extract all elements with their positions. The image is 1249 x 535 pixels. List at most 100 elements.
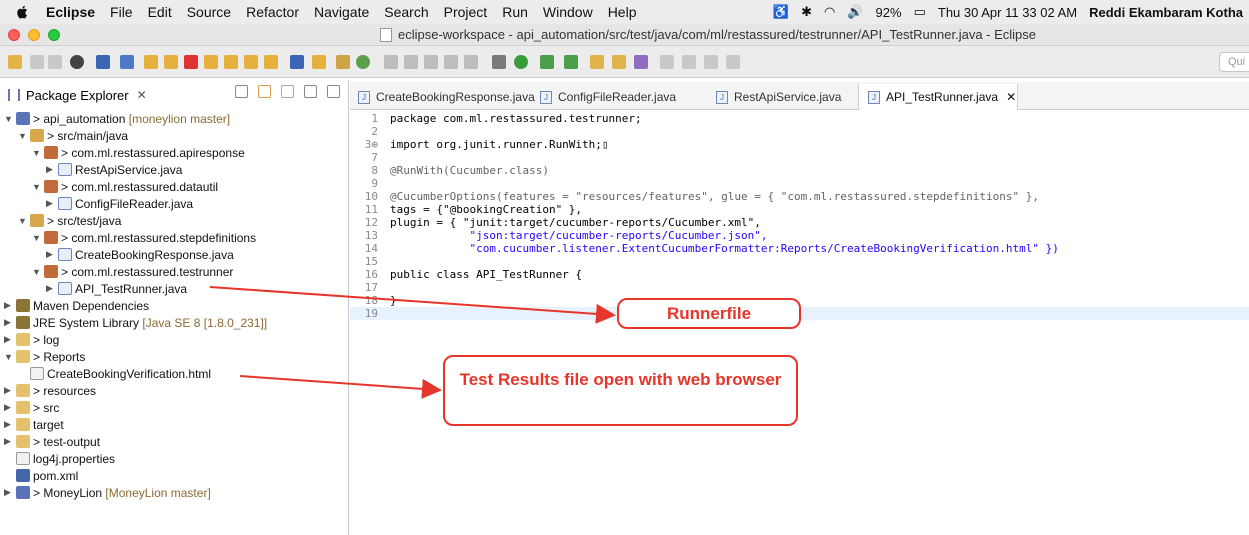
skip-breakpoints-icon[interactable]: [120, 55, 134, 69]
expand-icon[interactable]: ▼: [32, 233, 42, 243]
close-tab-icon[interactable]: ✕: [1006, 90, 1016, 104]
expand-icon[interactable]: ▶: [4, 385, 14, 396]
tree-item-src-test-java[interactable]: ▼ > src/test/java: [18, 212, 121, 229]
collapse-all-icon[interactable]: [235, 85, 248, 98]
user-name[interactable]: Reddi Ekambaram Kotha: [1089, 5, 1243, 20]
close-icon[interactable]: ✕: [137, 88, 147, 102]
terminate-icon[interactable]: [184, 55, 198, 69]
tab-createbookingresponse[interactable]: J CreateBookingResponse.java: [358, 88, 535, 106]
step-into-icon[interactable]: [224, 55, 238, 69]
clock[interactable]: Thu 30 Apr 11 33 02 AM: [938, 5, 1077, 20]
expand-icon[interactable]: ▶: [4, 317, 14, 328]
resume-icon[interactable]: [144, 55, 158, 69]
new-package-icon[interactable]: [590, 55, 604, 69]
drop-to-frame-icon[interactable]: [312, 55, 326, 69]
expand-icon[interactable]: ▼: [32, 148, 42, 158]
tree-item-createbookingverification-html[interactable]: CreateBookingVerification.html: [18, 365, 211, 382]
expand-icon[interactable]: ▼: [4, 114, 14, 124]
expand-icon[interactable]: ▼: [32, 267, 42, 277]
expand-icon[interactable]: ▶: [4, 334, 14, 345]
tree-item-restapiservice[interactable]: ▶ RestApiService.java: [46, 161, 182, 178]
expand-icon[interactable]: ▶: [46, 283, 56, 294]
tree-item-log4j-properties[interactable]: log4j.properties: [4, 450, 115, 467]
menu-run[interactable]: Run: [502, 4, 528, 20]
tree-item-package-datautil[interactable]: ▼ > com.ml.restassured.datautil: [32, 178, 218, 195]
expand-icon[interactable]: ▶: [46, 198, 56, 209]
new-class-icon[interactable]: [612, 55, 626, 69]
tree-item-api-testrunner[interactable]: ▶ API_TestRunner.java: [46, 280, 187, 297]
expand-icon[interactable]: ▶: [46, 249, 56, 260]
step-return-icon[interactable]: [264, 55, 278, 69]
tree-item-src-main-java[interactable]: ▼ > src/main/java: [18, 127, 128, 144]
expand-icon[interactable]: ▼: [4, 352, 14, 362]
menu-window[interactable]: Window: [543, 4, 593, 20]
tree-item-api-automation[interactable]: ▼ > api_automation [moneylion master]: [4, 110, 230, 127]
expand-icon[interactable]: ▶: [4, 487, 14, 498]
close-window-button[interactable]: [8, 28, 20, 41]
expand-icon[interactable]: ▶: [46, 164, 56, 175]
next-annotation-icon[interactable]: [660, 55, 674, 69]
step-over-icon[interactable]: [244, 55, 258, 69]
new-icon[interactable]: [8, 55, 22, 69]
tree-item-jre-library[interactable]: ▶ JRE System Library [Java SE 8 [1.8.0_2…: [4, 314, 267, 331]
build-icon[interactable]: [336, 55, 350, 69]
tree-item-target[interactable]: ▶ target: [4, 416, 64, 433]
battery-percent[interactable]: 92%: [876, 5, 902, 20]
external-tools-icon[interactable]: [540, 55, 554, 69]
coverage-icon[interactable]: [356, 55, 370, 69]
previous-annotation-icon[interactable]: [682, 55, 696, 69]
minimize-window-button[interactable]: [28, 28, 40, 41]
tree-item-configfilereader[interactable]: ▶ ConfigFileReader.java: [46, 195, 193, 212]
toolbar-disabled-icon-5[interactable]: [464, 55, 478, 69]
new-java-project-icon[interactable]: [564, 55, 578, 69]
tree-item-maven-dependencies[interactable]: ▶ Maven Dependencies: [4, 297, 149, 314]
tree-item-pom-xml[interactable]: pom.xml: [4, 467, 78, 484]
menu-search[interactable]: Search: [384, 4, 428, 20]
menu-help[interactable]: Help: [608, 4, 637, 20]
tab-configfilereader[interactable]: J ConfigFileReader.java: [540, 88, 676, 106]
menu-edit[interactable]: Edit: [148, 4, 172, 20]
tree-item-package-testrunner[interactable]: ▼ > com.ml.restassured.testrunner: [32, 263, 233, 280]
tab-restapiservice[interactable]: J RestApiService.java: [716, 88, 841, 106]
menu-app-name[interactable]: Eclipse: [46, 4, 95, 20]
expand-icon[interactable]: ▼: [18, 216, 28, 226]
filter-icon[interactable]: [290, 55, 304, 69]
menu-refactor[interactable]: Refactor: [246, 4, 299, 20]
wifi-icon[interactable]: ◠: [824, 4, 835, 20]
line-number[interactable]: 3⊕: [350, 138, 378, 151]
menu-project[interactable]: Project: [444, 4, 488, 20]
tree-item-test-output[interactable]: ▶ > test-output: [4, 433, 100, 450]
open-type-icon[interactable]: [634, 55, 648, 69]
toolbar-disabled-icon-1[interactable]: [384, 55, 398, 69]
maximize-icon[interactable]: [327, 85, 340, 98]
debug-icon[interactable]: [492, 55, 506, 69]
volume-icon[interactable]: 🔊: [847, 4, 863, 20]
tree-item-resources[interactable]: ▶ > resources: [4, 382, 96, 399]
battery-icon[interactable]: ▭: [914, 4, 926, 20]
save-all-icon[interactable]: [48, 55, 62, 69]
forward-icon[interactable]: [726, 55, 740, 69]
minimize-icon[interactable]: [304, 85, 317, 98]
tree-item-createbookingresponse[interactable]: ▶ CreateBookingResponse.java: [46, 246, 234, 263]
menu-navigate[interactable]: Navigate: [314, 4, 369, 20]
link-with-editor-icon[interactable]: [258, 85, 271, 98]
tree-item-reports[interactable]: ▼ > Reports: [4, 348, 85, 365]
suspend-icon[interactable]: [164, 55, 178, 69]
back-icon[interactable]: [704, 55, 718, 69]
disconnect-icon[interactable]: [204, 55, 218, 69]
menu-source[interactable]: Source: [187, 4, 231, 20]
quick-access-input[interactable]: Qui: [1219, 52, 1249, 72]
maximize-window-button[interactable]: [48, 28, 60, 41]
open-perspective-icon[interactable]: [70, 55, 84, 69]
toolbar-disabled-icon-4[interactable]: [444, 55, 458, 69]
apple-icon[interactable]: [14, 5, 32, 19]
bluetooth-icon[interactable]: ✱: [801, 4, 812, 20]
menu-file[interactable]: File: [110, 4, 133, 20]
save-icon[interactable]: [30, 55, 44, 69]
tree-item-src[interactable]: ▶ > src: [4, 399, 59, 416]
expand-icon[interactable]: ▼: [32, 182, 42, 192]
view-menu-icon[interactable]: [281, 85, 294, 98]
expand-icon[interactable]: ▶: [4, 436, 14, 447]
console-icon[interactable]: [96, 55, 110, 69]
tree-item-log[interactable]: ▶ > log: [4, 331, 59, 348]
